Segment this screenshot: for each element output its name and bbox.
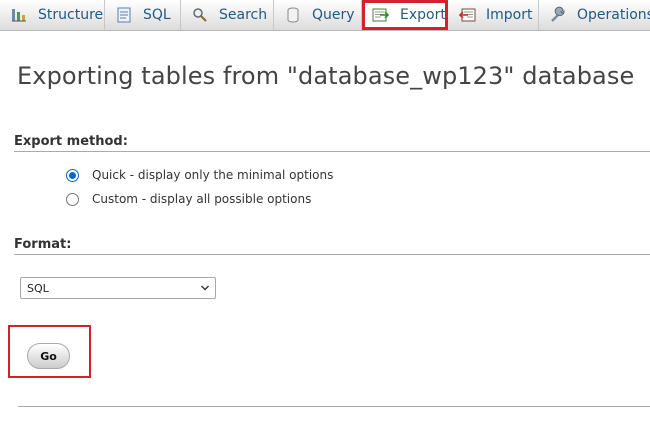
divider: [18, 406, 650, 407]
import-icon: [458, 6, 476, 24]
tab-operations[interactable]: Operations: [539, 0, 650, 30]
quick-option-label[interactable]: Quick - display only the minimal options: [92, 168, 333, 182]
tab-operations-label: Operations: [577, 7, 650, 23]
top-tab-bar: Structure SQL Search Query Export Import…: [0, 0, 650, 31]
export-method-quick-option[interactable]: Quick - display only the minimal options: [66, 168, 333, 182]
export-method-heading: Export method:: [14, 134, 650, 152]
export-icon: [372, 6, 390, 24]
quick-radio[interactable]: [66, 168, 79, 182]
tab-query[interactable]: Query: [274, 0, 362, 30]
format-heading: Format:: [14, 237, 650, 255]
tab-export[interactable]: Export: [362, 0, 448, 30]
export-page: Structure SQL Search Query Export Import…: [0, 0, 650, 422]
structure-icon: [10, 6, 28, 24]
format-select-value: SQL: [27, 281, 49, 295]
tab-import[interactable]: Import: [448, 0, 539, 30]
tab-query-label: Query: [312, 7, 355, 23]
format-select[interactable]: SQL: [20, 277, 216, 299]
page-title: Exporting tables from "database_wp123" d…: [17, 62, 635, 90]
export-method-custom-option[interactable]: Custom - display all possible options: [66, 192, 311, 206]
tab-search[interactable]: Search: [181, 0, 274, 30]
operations-icon: [549, 6, 567, 24]
sql-icon: [115, 6, 133, 24]
tab-structure-label: Structure: [38, 7, 104, 23]
tab-import-label: Import: [486, 7, 533, 23]
search-icon: [191, 6, 209, 24]
query-icon: [284, 6, 302, 24]
tab-sql-label: SQL: [143, 7, 171, 23]
tab-export-label: Export: [400, 7, 446, 23]
custom-option-label[interactable]: Custom - display all possible options: [92, 192, 311, 206]
tab-structure[interactable]: Structure: [0, 0, 105, 30]
go-button[interactable]: Go: [27, 343, 70, 369]
chevron-down-icon: [200, 283, 210, 293]
tab-search-label: Search: [219, 7, 268, 23]
tab-sql[interactable]: SQL: [105, 0, 181, 30]
custom-radio[interactable]: [66, 192, 79, 206]
